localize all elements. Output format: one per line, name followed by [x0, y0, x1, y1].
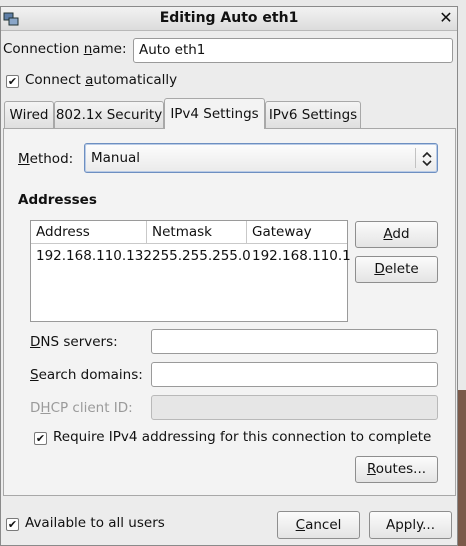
available-to-all-users-label[interactable]: Available to all users: [25, 515, 165, 531]
tab-ipv4-settings[interactable]: IPv4 Settings: [164, 98, 265, 129]
desktop-background: [458, 390, 466, 546]
address-cell: 192.168.110.132: [36, 248, 152, 264]
tab-wired[interactable]: Wired: [4, 101, 54, 129]
addresses-heading: Addresses: [18, 192, 97, 208]
dropdown-separator: [415, 148, 416, 168]
addresses-table[interactable]: Address Netmask Gateway 192.168.110.132 …: [30, 220, 351, 322]
add-address-button[interactable]: Add: [355, 221, 438, 248]
column-header-netmask[interactable]: Netmask: [147, 221, 247, 244]
netmask-cell: 255.255.255.0: [152, 248, 251, 264]
column-header-gateway[interactable]: Gateway: [247, 221, 347, 244]
search-domains-label: Search domains:: [30, 367, 143, 383]
dns-servers-input[interactable]: [151, 329, 438, 354]
require-ipv4-label[interactable]: Require IPv4 addressing for this connect…: [53, 429, 431, 445]
tab-ipv6-settings[interactable]: IPv6 Settings: [265, 101, 361, 129]
method-value: Manual: [91, 150, 141, 166]
table-row[interactable]: 192.168.110.132 255.255.255.0 192.168.11…: [31, 245, 351, 267]
connect-automatically-checkbox[interactable]: ✔: [6, 75, 19, 88]
title-bar[interactable]: Editing Auto eth1 ✕: [1, 7, 457, 31]
close-icon[interactable]: ✕: [437, 8, 455, 28]
search-domains-input[interactable]: [151, 362, 438, 387]
connection-name-label: Connection name:: [3, 41, 127, 57]
window-title: Editing Auto eth1: [159, 10, 299, 26]
connection-name-input[interactable]: Auto eth1: [133, 38, 453, 63]
delete-address-button[interactable]: Delete: [355, 256, 438, 283]
connect-automatically-label[interactable]: Connect automatically: [25, 72, 177, 88]
cancel-button[interactable]: Cancel: [277, 511, 360, 539]
method-dropdown[interactable]: Manual: [84, 143, 438, 173]
method-label: Method:: [18, 151, 74, 167]
tab-802-1x-security[interactable]: 802.1x Security: [54, 101, 164, 129]
column-header-address[interactable]: Address: [31, 221, 147, 244]
routes-button[interactable]: Routes...: [355, 456, 438, 483]
ipv4-settings-panel: Method: Manual Addresses Address Netmask…: [3, 128, 456, 496]
dhcp-client-id-input: [151, 395, 438, 420]
gateway-cell: 192.168.110.1: [252, 248, 351, 264]
apply-button[interactable]: Apply...: [369, 511, 452, 539]
dhcp-client-id-label: DHCP client ID:: [30, 400, 133, 416]
require-ipv4-checkbox[interactable]: ✔: [34, 432, 47, 445]
chevron-up-down-icon: [422, 151, 432, 167]
available-to-all-users-checkbox[interactable]: ✔: [6, 518, 19, 531]
editing-connection-dialog: Editing Auto eth1 ✕ Connection name: Aut…: [0, 6, 458, 546]
dns-servers-label: DNS servers:: [30, 334, 118, 350]
